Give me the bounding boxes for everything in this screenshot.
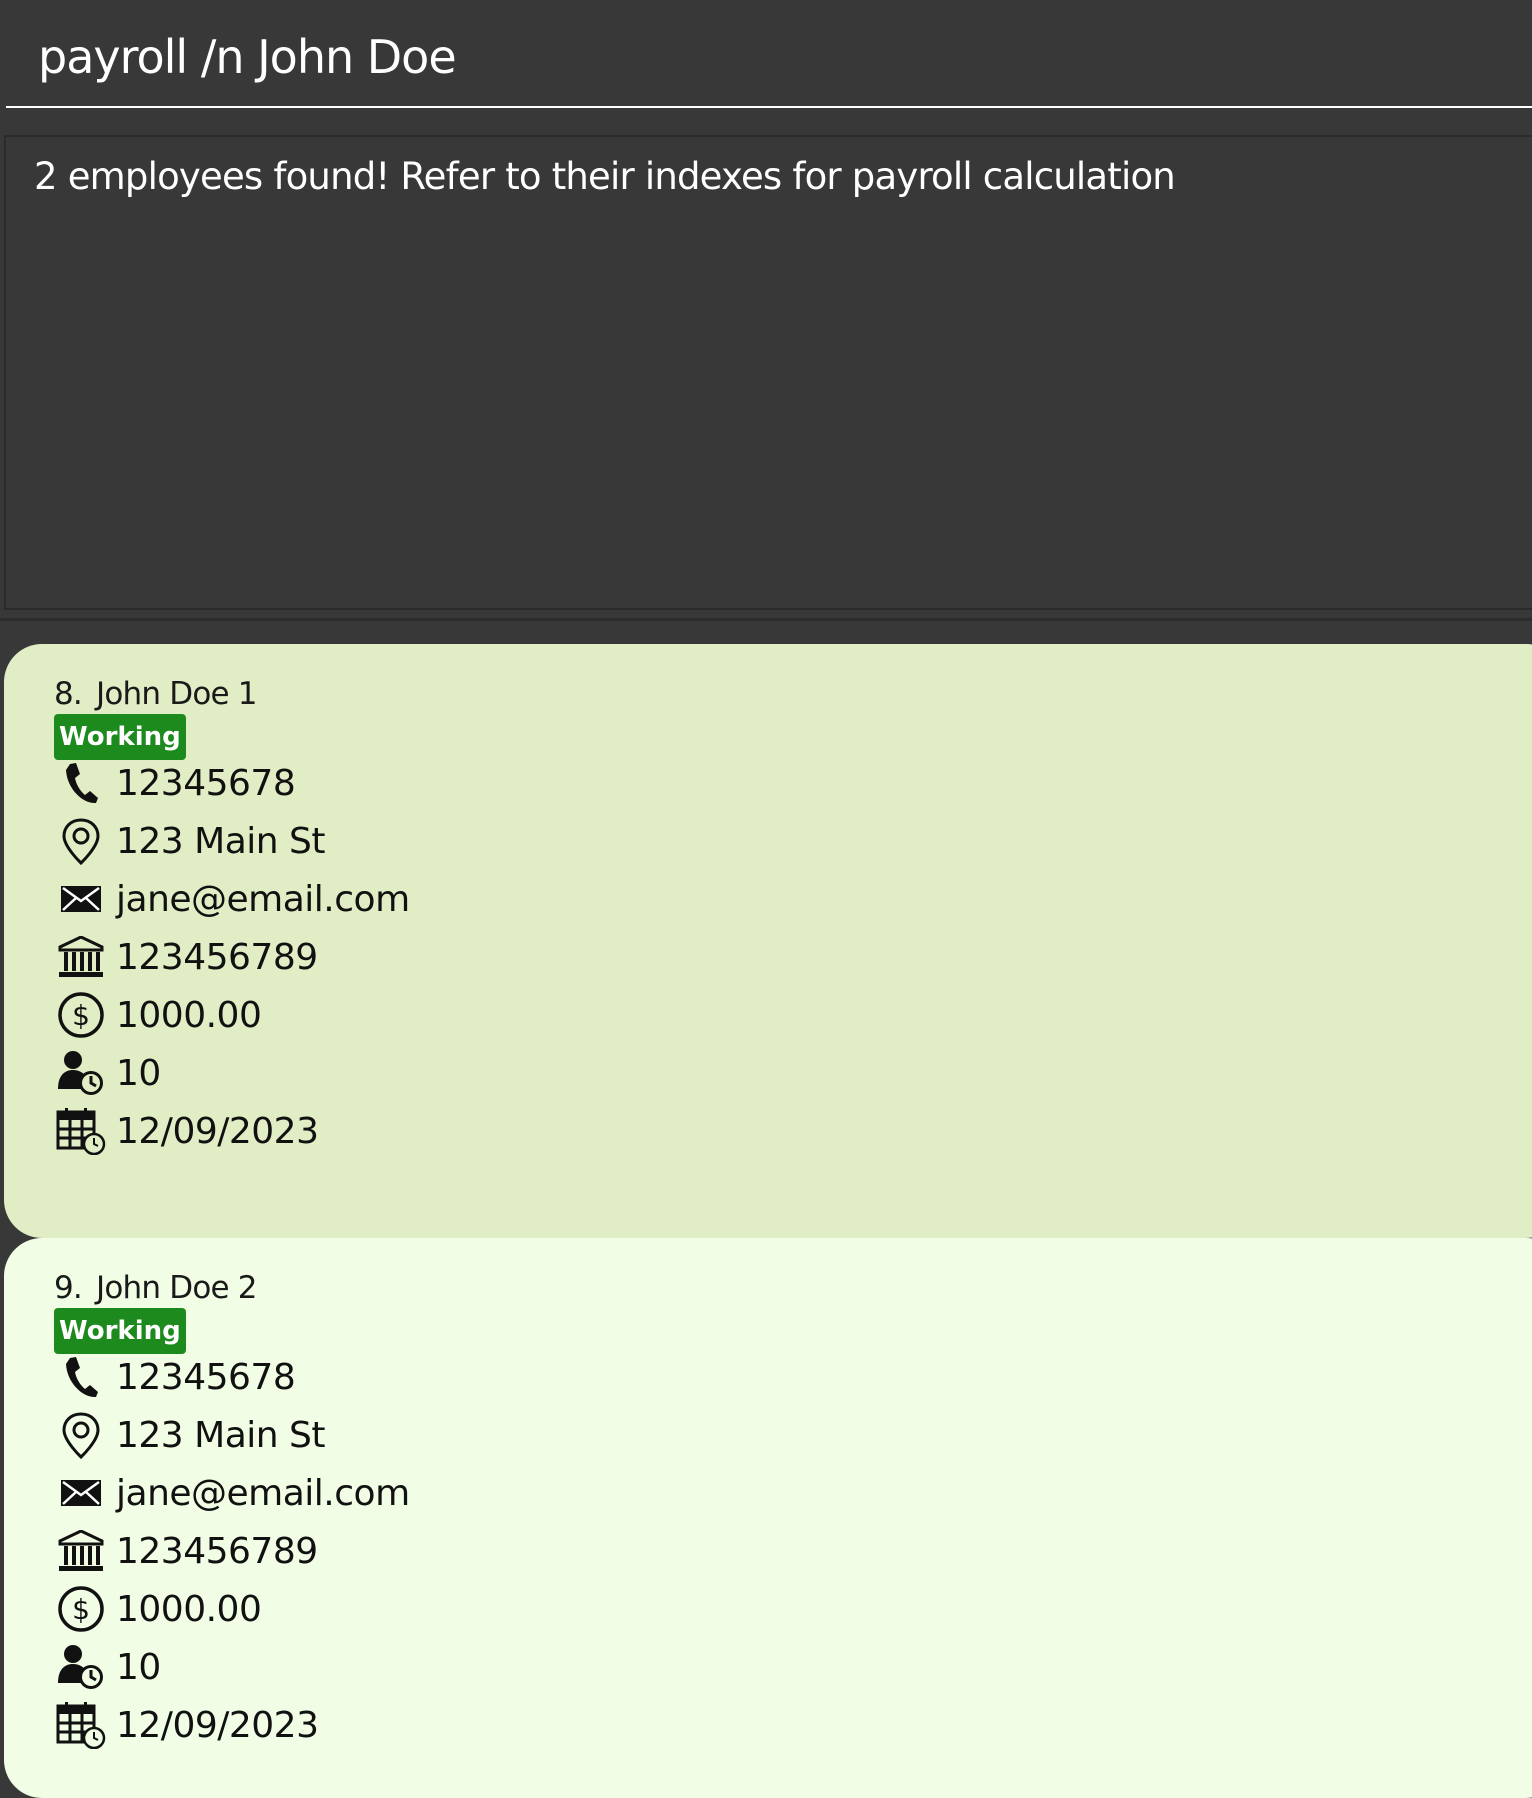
person-clock-icon <box>54 1048 108 1098</box>
svg-text:$: $ <box>72 1593 90 1626</box>
date-field: 12/09/2023 <box>54 1700 319 1750</box>
phone-value: 12345678 <box>116 762 296 804</box>
salary-value: 1000.00 <box>116 994 262 1036</box>
salary-value: 1000.00 <box>116 1588 262 1630</box>
status-badge: Working <box>54 1308 186 1354</box>
address-field: 123 Main St <box>54 1410 326 1460</box>
overtime-field: 10 <box>54 1642 161 1692</box>
divider <box>0 618 1532 621</box>
bank-field: 123456789 <box>54 932 318 982</box>
employee-name: John Doe 2 <box>95 1270 258 1306</box>
location-pin-icon <box>54 1410 108 1460</box>
command-bar <box>6 0 1532 108</box>
email-value: jane@email.com <box>116 1472 410 1514</box>
result-message: 2 employees found! Refer to their indexe… <box>34 155 1176 198</box>
employee-title: 8. John Doe 1 <box>54 676 258 712</box>
calendar-clock-icon <box>54 1106 108 1156</box>
overtime-field: 10 <box>54 1048 161 1098</box>
bank-value: 123456789 <box>116 936 318 978</box>
calendar-clock-icon <box>54 1700 108 1750</box>
address-field: 123 Main St <box>54 816 326 866</box>
phone-value: 12345678 <box>116 1356 296 1398</box>
result-display[interactable]: 2 employees found! Refer to their indexe… <box>4 135 1532 610</box>
command-input[interactable] <box>38 22 1438 92</box>
phone-field: 12345678 <box>54 758 296 808</box>
email-field: jane@email.com <box>54 874 410 924</box>
bank-value: 123456789 <box>116 1530 318 1572</box>
bank-field: 123456789 <box>54 1526 318 1576</box>
employee-index: 8. <box>54 676 83 712</box>
overtime-value: 10 <box>116 1052 161 1094</box>
employee-card[interactable]: 9. John Doe 2 Working 12345678 123 Main S… <box>4 1238 1532 1798</box>
dollar-icon: $ <box>54 1584 108 1634</box>
overtime-value: 10 <box>116 1646 161 1688</box>
phone-field: 12345678 <box>54 1352 296 1402</box>
dollar-icon: $ <box>54 990 108 1040</box>
date-value: 12/09/2023 <box>116 1110 319 1152</box>
address-value: 123 Main St <box>116 1414 326 1456</box>
employee-name: John Doe 1 <box>95 676 258 712</box>
employee-index: 9. <box>54 1270 83 1306</box>
employee-title: 9. John Doe 2 <box>54 1270 258 1306</box>
person-clock-icon <box>54 1642 108 1692</box>
phone-icon <box>54 1352 108 1402</box>
envelope-icon <box>54 874 108 924</box>
employee-card[interactable]: 8. John Doe 1 Working 12345678 123 Main S… <box>4 644 1532 1238</box>
status-badge: Working <box>54 714 186 760</box>
salary-field: $ 1000.00 <box>54 1584 262 1634</box>
address-value: 123 Main St <box>116 820 326 862</box>
date-field: 12/09/2023 <box>54 1106 319 1156</box>
email-field: jane@email.com <box>54 1468 410 1518</box>
date-value: 12/09/2023 <box>116 1704 319 1746</box>
email-value: jane@email.com <box>116 878 410 920</box>
bank-icon <box>54 932 108 982</box>
envelope-icon <box>54 1468 108 1518</box>
svg-text:$: $ <box>72 999 90 1032</box>
phone-icon <box>54 758 108 808</box>
bank-icon <box>54 1526 108 1576</box>
salary-field: $ 1000.00 <box>54 990 262 1040</box>
location-pin-icon <box>54 816 108 866</box>
